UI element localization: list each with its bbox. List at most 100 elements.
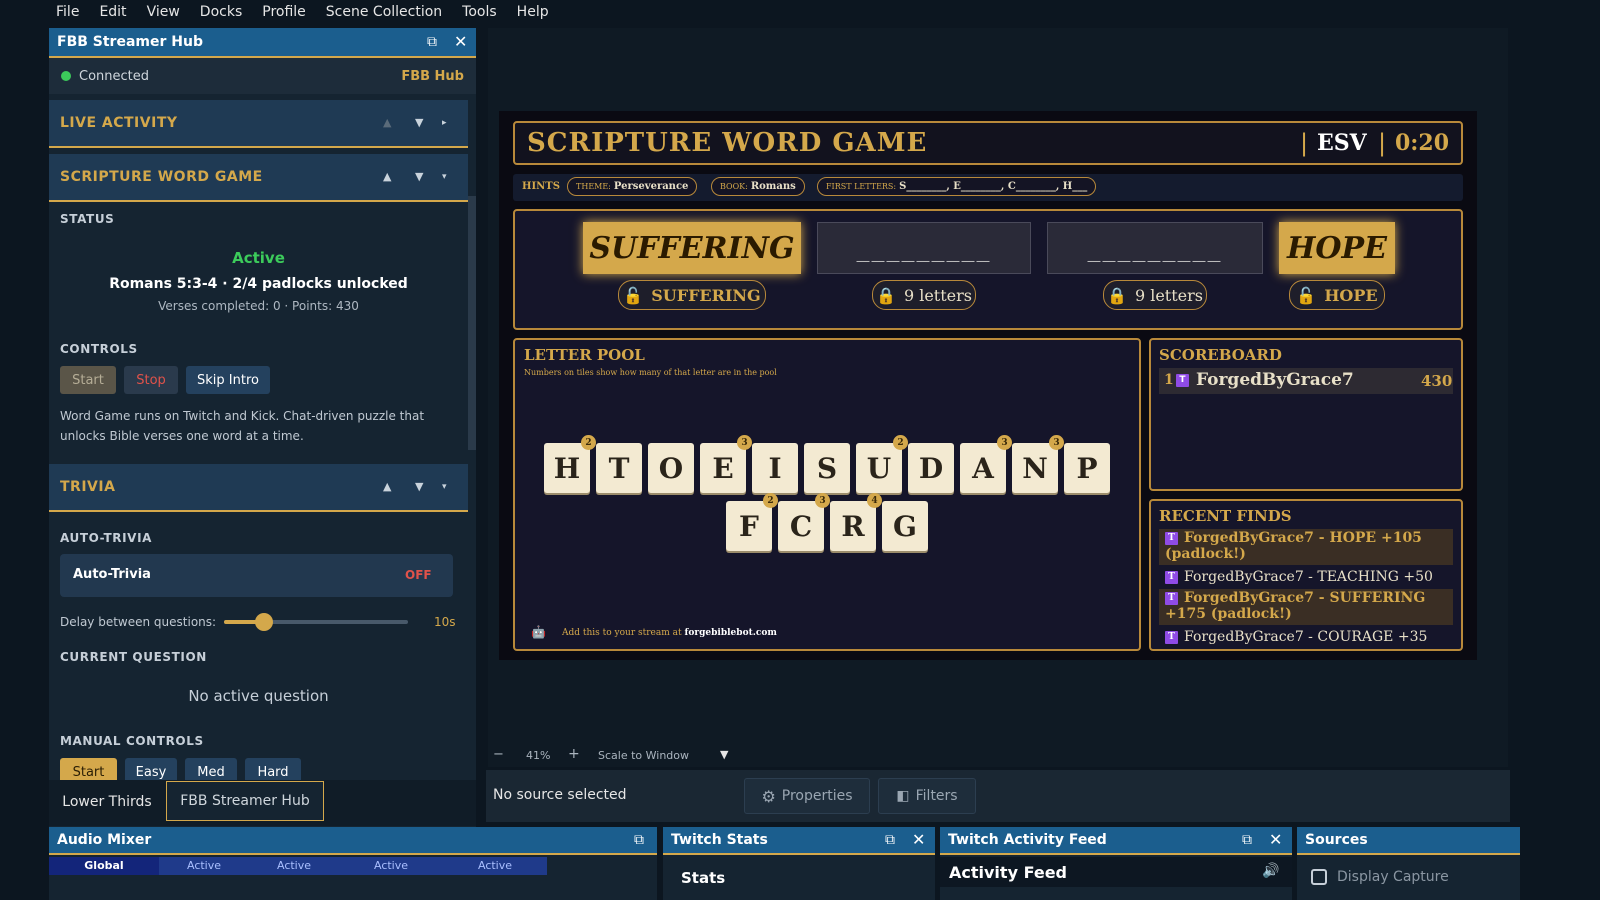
delay-label: Delay between questions:: [60, 615, 217, 629]
tab-lower-thirds[interactable]: Lower Thirds: [52, 783, 162, 821]
source-visibility-checkbox[interactable]: [1311, 869, 1327, 885]
mixer-tab-global[interactable]: Global: [49, 857, 159, 875]
move-down-icon[interactable]: ▼: [415, 480, 423, 493]
letter-count-badge: 2: [581, 435, 596, 450]
hub-scrollbar[interactable]: [468, 196, 476, 450]
collapse-icon[interactable]: ▾: [442, 482, 447, 492]
menu-profile[interactable]: Profile: [262, 4, 306, 20]
float-icon[interactable]: ⧉: [427, 34, 437, 50]
tab-streamer-hub[interactable]: FBB Streamer Hub: [166, 781, 324, 821]
float-icon[interactable]: ⧉: [885, 832, 895, 848]
collapse-icon[interactable]: ▾: [442, 172, 447, 182]
speaker-icon[interactable]: 🔊: [1262, 863, 1279, 879]
menu-file[interactable]: File: [56, 4, 79, 20]
mixer-tab[interactable]: Active: [249, 857, 339, 875]
filters-label: Filters: [915, 788, 958, 804]
delay-slider-handle[interactable]: [255, 613, 274, 631]
stop-button[interactable]: Stop: [124, 366, 178, 394]
padlock-1-text: SUFFERING: [651, 285, 761, 305]
move-down-icon[interactable]: ▼: [415, 116, 423, 129]
activity-feed-dock: Twitch Activity Feed ⧉ ✕ Activity Feed 🔊: [940, 827, 1292, 900]
twitch-icon: T: [1165, 570, 1178, 584]
close-icon[interactable]: ✕: [1269, 830, 1282, 849]
close-icon[interactable]: ✕: [454, 32, 467, 51]
menu-tools[interactable]: Tools: [462, 4, 497, 20]
gear-icon: ⚙: [761, 786, 776, 806]
letter-tile-s: S: [804, 443, 850, 493]
hint-theme-label: THEME:: [576, 182, 611, 191]
activity-feed-heading: Activity Feed: [949, 863, 1067, 882]
hub-title-bar: FBB Streamer Hub ⧉ ✕: [49, 28, 476, 58]
letter-count-badge: 4: [867, 493, 882, 508]
move-up-icon[interactable]: ▲: [383, 170, 391, 183]
menu-scene-collection[interactable]: Scene Collection: [326, 4, 442, 20]
auto-trivia-state: OFF: [405, 568, 432, 582]
menu-docks[interactable]: Docks: [200, 4, 242, 20]
manual-controls-label: MANUAL CONTROLS: [60, 734, 204, 748]
auto-trivia-toggle[interactable]: Auto-Trivia OFF: [60, 554, 453, 597]
recent-find-3: T ForgedByGrace7 - SUFFERING +175 (padloc…: [1159, 589, 1453, 625]
word-slot-3: _________: [1047, 222, 1263, 274]
mixer-tab[interactable]: Active: [159, 857, 249, 875]
hint-first-value: S________, E________, C________, H___: [899, 181, 1088, 192]
source-item[interactable]: Display Capture: [1337, 869, 1449, 885]
word-game-overlay: SCRIPTURE WORD GAME | ESV | 0:20 HINTS T…: [499, 111, 1477, 660]
words-panel: SUFFERING _________ _________ HOPE 🔓 SUFF…: [513, 209, 1463, 330]
no-source-text: No source selected: [493, 787, 627, 803]
letter-count-badge: 3: [815, 493, 830, 508]
padlock-4: 🔓 HOPE: [1289, 280, 1385, 310]
skip-intro-button[interactable]: Skip Intro: [186, 366, 270, 394]
connection-status: Connected: [79, 68, 150, 84]
hint-first-label: FIRST LETTERS:: [826, 182, 897, 191]
section-trivia[interactable]: TRIVIA ▲ ▼ ▾: [49, 464, 468, 512]
letter-count-badge: 3: [737, 435, 752, 450]
letter-count-badge: 3: [997, 435, 1012, 450]
scale-mode[interactable]: Scale to Window: [598, 749, 689, 762]
section-live-activity[interactable]: LIVE ACTIVITY ▲ ▼ ▸: [49, 100, 468, 148]
twitch-icon: T: [1165, 591, 1178, 605]
zoom-in-button[interactable]: +: [568, 746, 580, 762]
letter-tile-u: U2: [856, 435, 908, 493]
word-slot-4: HOPE: [1279, 222, 1395, 274]
letter-tile-i: I: [752, 443, 798, 493]
activity-feed-title: Twitch Activity Feed: [948, 832, 1107, 848]
game-timer: 0:20: [1395, 130, 1450, 156]
move-down-icon[interactable]: ▼: [415, 170, 423, 183]
delay-slider[interactable]: [224, 613, 408, 631]
float-icon[interactable]: ⧉: [634, 832, 644, 848]
mixer-tab[interactable]: Active: [443, 857, 547, 875]
section-scripture-word-game[interactable]: SCRIPTURE WORD GAME ▲ ▼ ▾: [49, 154, 468, 202]
mixer-tab[interactable]: Active: [339, 857, 443, 875]
chevron-down-icon[interactable]: ▼: [720, 748, 728, 761]
menu-view[interactable]: View: [147, 4, 180, 20]
properties-button[interactable]: ⚙ Properties: [744, 778, 870, 814]
stats-heading: Stats: [681, 869, 726, 887]
unlocked-padlock-icon: 🔓: [1296, 285, 1317, 305]
recent-find-2: T ForgedByGrace7 - TEACHING +50: [1159, 568, 1453, 587]
menu-edit[interactable]: Edit: [99, 4, 126, 20]
letter-tile-e: E3: [700, 435, 752, 493]
letter-tile-o: O: [648, 443, 694, 493]
padlock-1: 🔓 SUFFERING: [618, 280, 766, 310]
float-icon[interactable]: ⧉: [1242, 832, 1252, 848]
header-divider: |: [1300, 129, 1309, 157]
twitch-icon: T: [1165, 531, 1178, 545]
score-name: ForgedByGrace7: [1196, 370, 1354, 390]
hint-theme: THEME: Perseverance: [567, 177, 698, 196]
letter-tile-h: H2: [544, 435, 596, 493]
menu-help[interactable]: Help: [517, 4, 549, 20]
source-toolbar: No source selected ⚙ Properties ◧ Filters: [486, 770, 1510, 822]
game-header: SCRIPTURE WORD GAME | ESV | 0:20: [513, 121, 1463, 165]
filters-button[interactable]: ◧ Filters: [878, 778, 976, 814]
zoom-out-button[interactable]: −: [493, 747, 504, 762]
expand-icon[interactable]: ▸: [442, 118, 447, 128]
start-button[interactable]: Start: [60, 366, 116, 394]
delay-value: 10s: [434, 615, 456, 629]
move-up-icon[interactable]: ▲: [383, 480, 391, 493]
unlocked-padlock-icon: 🔓: [623, 285, 644, 305]
recent-find-4: T ForgedByGrace7 - COURAGE +35: [1159, 628, 1453, 647]
close-icon[interactable]: ✕: [912, 830, 925, 849]
filter-icon: ◧: [896, 788, 910, 804]
move-up-icon[interactable]: ▲: [383, 116, 391, 129]
menu-bar: File Edit View Docks Profile Scene Colle…: [0, 0, 1600, 23]
